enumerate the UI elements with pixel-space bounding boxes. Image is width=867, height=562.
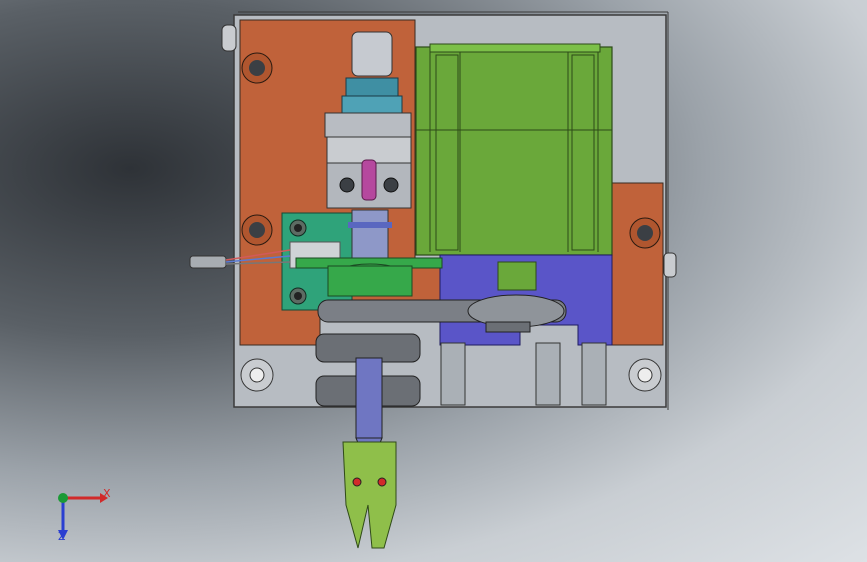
side-pin-left — [189, 255, 227, 269]
plate-hole — [241, 214, 273, 246]
bottom-screw — [581, 342, 607, 406]
shaft-ring — [348, 222, 392, 228]
plate-hole — [241, 52, 273, 84]
x-axis-label: X — [103, 487, 111, 500]
bottom-screw — [535, 342, 561, 406]
nozzle-tube — [355, 357, 383, 439]
side-bolt-left — [221, 24, 237, 52]
corner-bolt — [628, 358, 662, 392]
orange-side-plate — [609, 182, 664, 346]
corner-bolt — [240, 358, 274, 392]
assembly-drawing — [58, 11, 677, 549]
z-axis-label: Z — [58, 530, 66, 543]
bottom-screw — [440, 342, 466, 406]
valve-block — [324, 112, 412, 209]
main-shaft — [351, 209, 389, 263]
cad-model-viewport[interactable]: X Y Z — [0, 0, 867, 562]
gripper — [342, 441, 397, 549]
plate-hole — [629, 217, 661, 249]
side-bolt-right — [663, 252, 677, 278]
motor-shaft-coupler — [497, 261, 537, 291]
stepper-motor — [415, 43, 613, 256]
